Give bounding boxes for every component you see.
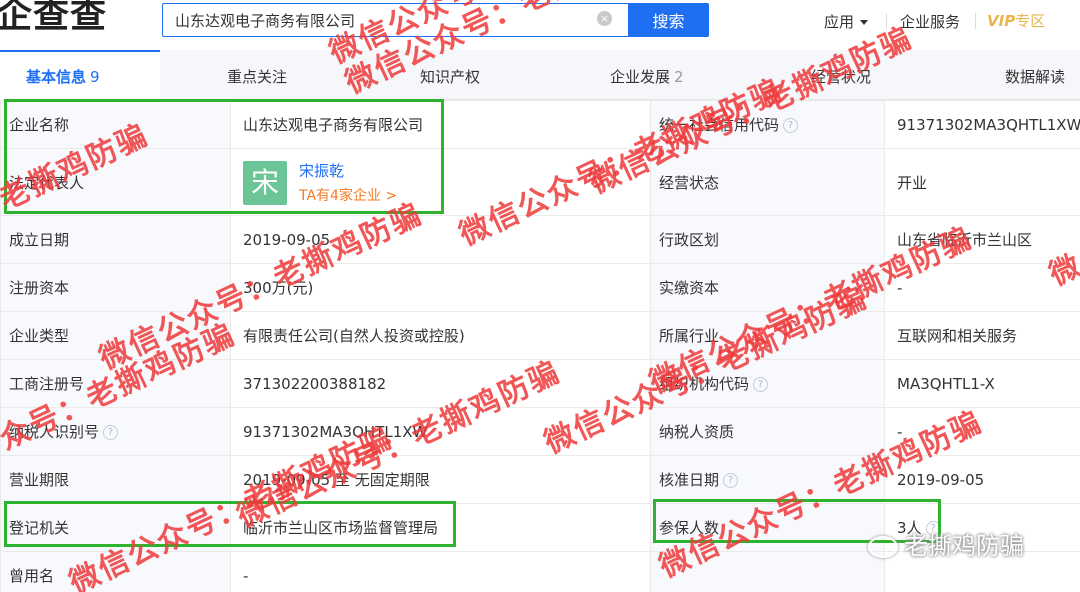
business-term-value: 2019-09-05 至 无固定期限 [230,455,651,504]
nav-divider [886,13,887,29]
business-term-label: 营业期限 [0,455,231,504]
registration-authority-value: 临沂市兰山区市场监督管理局 [230,503,651,552]
taxpayer-qual-value: - [884,407,1080,456]
table-row: 法定代表人 宋 宋振乾 TA有4家企业 > 经营状态 开业 [0,148,1080,216]
region-value: 山东省临沂市兰山区 [884,215,1080,264]
tab-operations[interactable]: 经营状况 [811,66,871,87]
taxpayer-id-label: 纳税人识别号? [0,407,231,456]
tab-key-focus[interactable]: 重点关注 [227,66,287,87]
taxpayer-id-label-text: 纳税人识别号 [9,423,100,441]
tab-label: 基本信息 [26,68,87,86]
credit-code-label: 统一社会信用代码? [650,100,885,149]
paid-capital-label: 实缴资本 [650,263,885,312]
reg-capital-value: 300万(元) [230,263,651,312]
legal-rep-label: 法定代表人 [0,148,231,216]
tab-label: 企业发展 [610,68,671,86]
registration-authority-label: 登记机关 [0,503,231,552]
top-header: 企查查 × 搜索 应用 企业服务 VIP专区 [0,0,1080,46]
tab-count: 9 [90,68,100,86]
tab-basic-info[interactable]: 基本信息 9 [26,66,100,87]
org-code-label: 组织机构代码? [650,359,885,408]
tab-intellectual-property[interactable]: 知识产权 [420,66,480,87]
status-value: 开业 [884,148,1080,216]
taxpayer-qual-label: 纳税人资质 [650,407,885,456]
biz-reg-no-label: 工商注册号 [0,359,231,408]
org-code-value: MA3QHTL1-X [884,359,1080,408]
region-label: 行政区划 [650,215,885,264]
company-type-label: 企业类型 [0,311,231,360]
company-type-value: 有限责任公司(自然人投资或控股) [230,311,651,360]
table-row: 企业名称 山东达观电子商务有限公司 统一社会信用代码? 91371302MA3Q… [0,100,1080,149]
tab-label: 数据解读 [1005,68,1066,86]
avatar[interactable]: 宋 [243,161,287,205]
insured-count-label: 参保人数 [650,503,885,552]
tab-bar: 基本信息 9 重点关注 知识产权 企业发展 2 经营状况 数据解读 [0,50,1080,100]
tab-label: 经营状况 [811,68,872,86]
legal-rep-name-link[interactable]: 宋振乾 [299,160,344,181]
nav-divider [975,13,976,29]
empty-label [650,551,885,592]
nav-app-label: 应用 [824,13,855,31]
wechat-account-name: 老撕鸡防骗 [904,532,1024,560]
reg-capital-label: 注册资本 [0,263,231,312]
table-row: 成立日期 2019-09-05 行政区划 山东省临沂市兰山区 [0,215,1080,264]
tab-count: 2 [674,68,684,86]
wechat-icon [868,536,898,558]
clear-icon[interactable]: × [597,11,612,26]
help-icon[interactable]: ? [783,118,799,133]
help-icon[interactable]: ? [723,473,739,488]
biz-reg-no-value: 371302200388182 [230,359,651,408]
table-row: 纳税人识别号? 91371302MA3QHTL1XW 纳税人资质 - [0,407,1080,456]
founded-value: 2019-09-05 [230,215,651,264]
industry-label: 所属行业 [650,311,885,360]
table-row: 企业类型 有限责任公司(自然人投资或控股) 所属行业 互联网和相关服务 [0,311,1080,360]
help-icon[interactable]: ? [753,377,769,392]
search-button[interactable]: 搜索 [628,3,709,37]
tab-label: 重点关注 [227,68,288,86]
nav-app-menu[interactable]: 应用 [824,11,869,32]
credit-code-value: 91371302MA3QHTL1XW [884,100,1080,149]
approval-date-label-text: 核准日期 [659,471,720,489]
approval-date-value: 2019-09-05 [884,455,1080,504]
vip-zone-label: 专区 [1015,12,1046,30]
former-name-label: 曾用名 [0,551,231,592]
former-name-value: - [230,551,651,592]
status-label: 经营状态 [650,148,885,216]
table-row: 营业期限 2019-09-05 至 无固定期限 核准日期? 2019-09-05 [0,455,1080,504]
legal-rep-cell: 宋 宋振乾 TA有4家企业 > [230,148,651,216]
table-row: 注册资本 300万(元) 实缴资本 - [0,263,1080,312]
company-info-table: 企业名称 山东达观电子商务有限公司 统一社会信用代码? 91371302MA3Q… [0,100,1080,592]
vip-label: VIP [987,12,1016,30]
tab-label: 知识产权 [420,68,481,86]
tab-development[interactable]: 企业发展 2 [610,66,684,87]
search-input[interactable] [162,3,628,37]
company-name-value: 山东达观电子商务有限公司 [230,100,651,149]
founded-label: 成立日期 [0,215,231,264]
approval-date-label: 核准日期? [650,455,885,504]
taxpayer-id-value: 91371302MA3QHTL1XW [230,407,651,456]
nav-enterprise-service[interactable]: 企业服务 [900,11,960,32]
site-logo[interactable]: 企查查 [0,0,107,38]
wechat-account-badge: 老撕鸡防骗 [868,526,1024,561]
industry-value: 互联网和相关服务 [884,311,1080,360]
tab-data-insights[interactable]: 数据解读 [1005,66,1065,87]
company-name-label: 企业名称 [0,100,231,149]
help-icon[interactable]: ? [103,425,119,440]
table-row: 工商注册号 371302200388182 组织机构代码? MA3QHTL1-X [0,359,1080,408]
org-code-label-text: 组织机构代码 [659,375,750,393]
credit-code-label-text: 统一社会信用代码 [659,116,780,134]
related-companies-link[interactable]: TA有4家企业 > [299,185,397,205]
paid-capital-value: - [884,263,1080,312]
nav-vip-zone[interactable]: VIP专区 [987,10,1045,31]
caret-down-icon [860,20,869,25]
